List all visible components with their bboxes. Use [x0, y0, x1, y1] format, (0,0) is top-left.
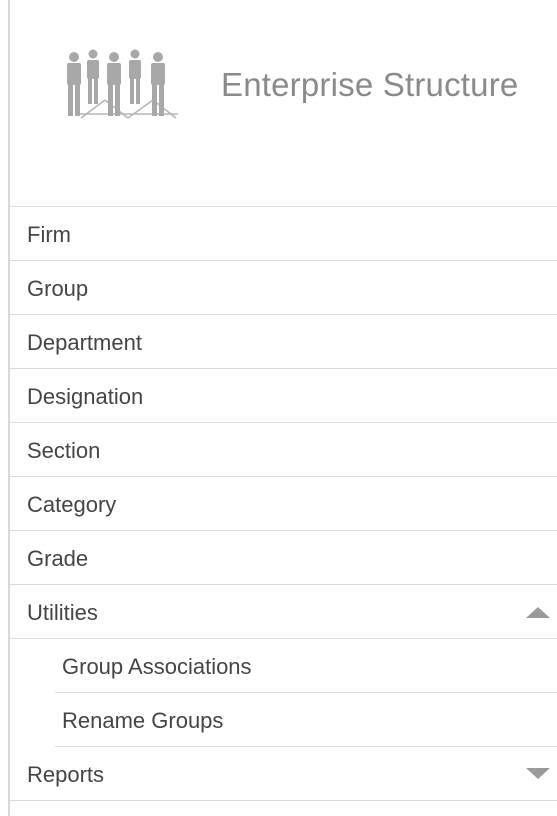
menu-item-grade[interactable]: Grade — [10, 531, 557, 585]
menu-item-label: Group — [27, 276, 89, 301]
menu-item-firm[interactable]: Firm — [10, 207, 557, 261]
menu-item-reports[interactable]: Reports — [10, 747, 557, 801]
menu-item-designation[interactable]: Designation — [10, 369, 557, 423]
menu-item-label: Grade — [27, 546, 89, 571]
chevron-down-icon[interactable] — [524, 766, 552, 782]
panel-header: Enterprise Structure — [10, 0, 557, 206]
submenu-item-label: Rename Groups — [62, 708, 224, 733]
menu-item-label: Category — [27, 492, 117, 517]
submenu-item-rename-groups[interactable]: Rename Groups — [10, 693, 557, 747]
menu-item-label: Reports — [27, 762, 105, 787]
menu-item-label: Department — [27, 330, 142, 355]
menu-item-label: Utilities — [27, 600, 98, 625]
people-group-icon — [67, 49, 178, 119]
submenu-item-group-associations[interactable]: Group Associations — [10, 639, 557, 693]
menu-item-label: Section — [27, 438, 101, 463]
submenu-item-label: Group Associations — [62, 654, 252, 679]
chevron-up-icon[interactable] — [524, 604, 552, 620]
navigation-menu: Firm Group Department Designation Sectio… — [10, 206, 557, 801]
page-title: Enterprise Structure — [221, 66, 519, 103]
menu-item-label: Designation — [27, 384, 144, 409]
menu-item-department[interactable]: Department — [10, 315, 557, 369]
menu-item-section[interactable]: Section — [10, 423, 557, 477]
menu-item-group[interactable]: Group — [10, 261, 557, 315]
enterprise-structure-panel: Enterprise Structure Firm Group Departme… — [0, 0, 557, 816]
menu-item-utilities[interactable]: Utilities — [10, 585, 557, 639]
menu-item-category[interactable]: Category — [10, 477, 557, 531]
menu-item-label: Firm — [27, 222, 71, 247]
